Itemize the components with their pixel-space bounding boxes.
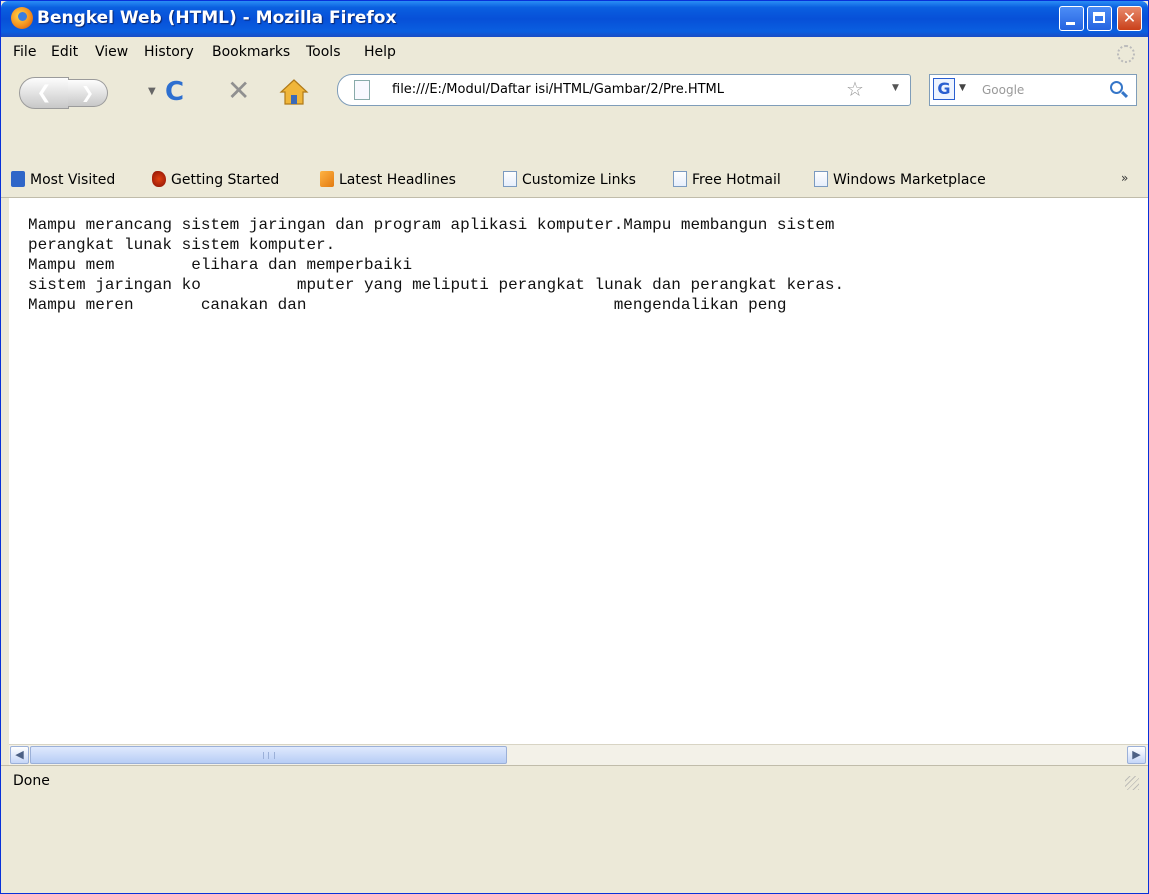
- menu-help[interactable]: Help: [364, 44, 396, 60]
- history-dropdown-icon[interactable]: ▼: [148, 86, 156, 97]
- grip-icon: [263, 752, 275, 759]
- title-bar[interactable]: Bengkel Web (HTML) - Mozilla Firefox ✕: [1, 1, 1148, 37]
- menu-tools[interactable]: Tools: [306, 44, 341, 60]
- forward-button[interactable]: ❯: [68, 79, 108, 107]
- minimize-button[interactable]: [1059, 6, 1084, 31]
- back-forward-group: ❮ ❯ ▼: [19, 77, 159, 109]
- back-button[interactable]: ❮: [19, 77, 69, 109]
- url-dropdown-icon[interactable]: ▼: [892, 83, 899, 93]
- status-text: Done: [13, 773, 50, 789]
- chevron-left-icon: ◀: [15, 748, 24, 761]
- stop-icon[interactable]: ✕: [227, 74, 250, 107]
- browser-window: Bengkel Web (HTML) - Mozilla Firefox ✕ F…: [0, 0, 1149, 894]
- page-icon: [354, 80, 370, 100]
- window-title: Bengkel Web (HTML) - Mozilla Firefox: [37, 8, 397, 28]
- chevron-right-icon: ▶: [1132, 748, 1141, 761]
- activity-throbber-icon: [1117, 45, 1135, 63]
- bookmark-customize-links[interactable]: Customize Links: [503, 171, 636, 188]
- most-visited-icon: [11, 171, 25, 187]
- menu-bookmarks[interactable]: Bookmarks: [212, 44, 290, 60]
- resize-grip-icon[interactable]: [1125, 776, 1139, 790]
- bookmark-star-icon[interactable]: ☆: [846, 77, 864, 101]
- firefox-icon: [11, 7, 33, 29]
- rss-icon: [320, 171, 334, 187]
- menu-edit[interactable]: Edit: [51, 44, 78, 60]
- menu-view[interactable]: View: [95, 44, 128, 60]
- forward-arrow-icon: ❯: [80, 83, 95, 102]
- search-input[interactable]: Google: [982, 83, 1024, 97]
- page-icon: [503, 171, 517, 187]
- bookmarks-toolbar: Most Visited Getting Started Latest Head…: [1, 163, 1148, 198]
- address-bar[interactable]: file:///E:/Modul/Daftar isi/HTML/Gambar/…: [337, 74, 911, 106]
- search-engine-dropdown-icon[interactable]: ▼: [959, 83, 966, 93]
- menu-history[interactable]: History: [144, 44, 194, 60]
- horizontal-scrollbar[interactable]: ◀ ▶: [9, 744, 1148, 765]
- scroll-right-button[interactable]: ▶: [1127, 746, 1146, 764]
- close-icon: ✕: [1122, 8, 1137, 27]
- menu-bar: File Edit View History Bookmarks Tools H…: [1, 37, 1148, 67]
- search-box[interactable]: G ▼ Google: [929, 74, 1137, 106]
- scroll-left-button[interactable]: ◀: [10, 746, 29, 764]
- back-arrow-icon: ❮: [36, 82, 52, 103]
- home-icon[interactable]: [279, 78, 309, 106]
- search-icon[interactable]: [1110, 81, 1123, 94]
- close-button[interactable]: ✕: [1117, 6, 1142, 31]
- page-content: Mampu merancang sistem jaringan dan prog…: [9, 198, 1148, 744]
- bookmark-windows-marketplace[interactable]: Windows Marketplace: [814, 171, 986, 188]
- bookmark-latest-headlines[interactable]: Latest Headlines: [320, 171, 456, 188]
- status-bar: Done: [1, 765, 1148, 796]
- menu-file[interactable]: File: [13, 44, 36, 60]
- reload-icon[interactable]: C: [165, 77, 184, 107]
- bookmark-free-hotmail[interactable]: Free Hotmail: [673, 171, 781, 188]
- bookmark-most-visited[interactable]: Most Visited: [11, 171, 115, 188]
- scrollbar-thumb[interactable]: [30, 746, 507, 764]
- maximize-button[interactable]: [1087, 6, 1112, 31]
- page-icon: [673, 171, 687, 187]
- bookmark-getting-started[interactable]: Getting Started: [152, 171, 279, 188]
- search-engine-icon[interactable]: G: [933, 78, 955, 100]
- maximize-icon: [1093, 12, 1105, 23]
- bookmarks-overflow-chevron-icon[interactable]: »: [1121, 171, 1128, 185]
- minimize-icon: [1066, 22, 1075, 25]
- firefox-bookmark-icon: [152, 171, 166, 187]
- url-input[interactable]: file:///E:/Modul/Daftar isi/HTML/Gambar/…: [392, 82, 724, 97]
- preformatted-text: Mampu merancang sistem jaringan dan prog…: [28, 216, 845, 314]
- page-icon: [814, 171, 828, 187]
